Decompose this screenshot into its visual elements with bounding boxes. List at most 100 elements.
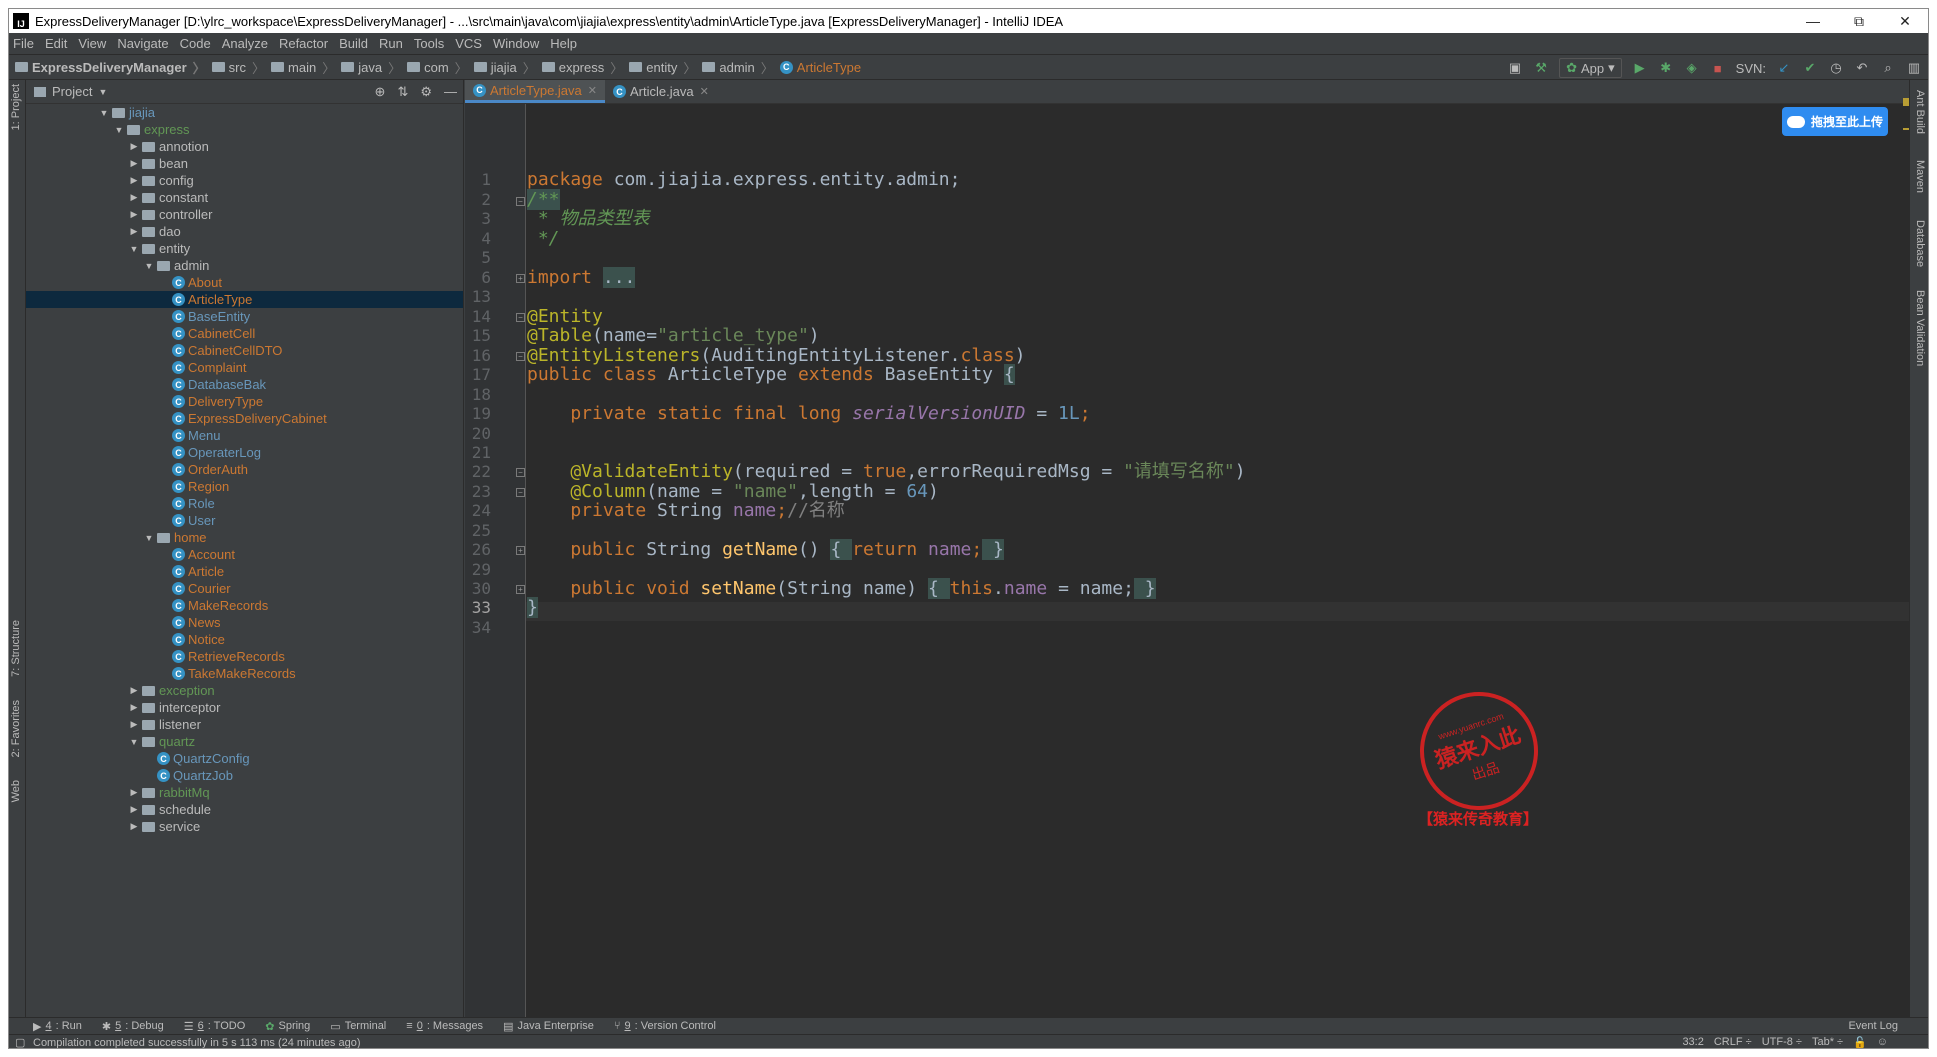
tree-folder[interactable]: ▶ listener [26,716,463,733]
code-line-2[interactable]: /** [527,189,560,210]
tree-folder[interactable]: ▶ dao [26,223,463,240]
tree-class[interactable]: C DeliveryType [26,393,463,410]
tab-article-java[interactable]: C Article.java ✕ [605,80,717,103]
expand-arrow-icon[interactable]: ▼ [128,737,140,747]
line-number[interactable]: 4 [465,229,491,248]
menu-code[interactable]: Code [180,36,211,51]
code-line-1[interactable]: package com.jiajia.express.entity.admin; [527,170,960,189]
history-icon[interactable]: ◷ [1828,60,1844,76]
menu-run[interactable]: Run [379,36,403,51]
code-line-30[interactable]: public void setName(String name) { this.… [527,578,1156,599]
line-number[interactable]: 17 [465,365,491,384]
code-line-17[interactable]: public class ArticleType extends BaseEnt… [527,364,1015,385]
tool-tab-web[interactable]: Web [10,780,22,802]
search-icon[interactable]: ⌕ [1880,60,1896,76]
breadcrumb-java[interactable]: java 〉 [341,58,401,77]
chevron-down-icon[interactable]: ▼ [98,87,107,97]
breadcrumb-com[interactable]: com 〉 [407,58,468,77]
tool-tab-database[interactable]: Database [1914,220,1926,267]
expand-arrow-icon[interactable]: ▼ [143,261,155,271]
split-view-icon[interactable]: ▥ [1906,60,1922,76]
menu-view[interactable]: View [78,36,106,51]
tool-window-todo[interactable]: ☰ 6: TODO [184,1020,246,1033]
collapse-arrow-icon[interactable]: ▶ [128,702,140,713]
folded-imports[interactable]: ... [602,267,636,288]
code-line-16[interactable]: @EntityListeners(AuditingEntityListener.… [527,346,1026,365]
tool-window-debug[interactable]: ✱ 5: Debug [102,1020,164,1033]
line-number[interactable]: 2 [465,190,491,209]
menu-navigate[interactable]: Navigate [117,36,168,51]
tool-tab-ant-build[interactable]: Ant Build [1914,90,1926,134]
maximize-button[interactable]: ⧉ [1836,9,1882,33]
menu-file[interactable]: File [13,36,34,51]
line-number[interactable]: 13 [465,287,491,306]
tree-folder[interactable]: ▶ rabbitMq [26,784,463,801]
fold-marker-icon[interactable]: − [516,197,525,206]
tree-folder[interactable]: ▶ interceptor [26,699,463,716]
cloud-upload-button[interactable]: 拖拽至此上传 [1782,107,1888,136]
collapse-arrow-icon[interactable]: ▶ [128,141,140,152]
tree-class[interactable]: C Region [26,478,463,495]
code-line-19[interactable]: private static final long serialVersionU… [527,404,1090,423]
tree-class[interactable]: C MakeRecords [26,597,463,614]
tree-class[interactable]: C OperaterLog [26,444,463,461]
tree-folder[interactable]: ▶ config [26,172,463,189]
tool-window-messages[interactable]: ≡ 0: Messages [406,1020,483,1032]
tree-class[interactable]: C DatabaseBak [26,376,463,393]
file-encoding[interactable]: UTF-8 ÷ [1762,1036,1802,1048]
tree-folder[interactable]: ▼ express [26,121,463,138]
tree-class[interactable]: C Menu [26,427,463,444]
collapse-arrow-icon[interactable]: ▶ [128,192,140,203]
tree-folder[interactable]: ▶ controller [26,206,463,223]
tool-tab-structure[interactable]: 7: Structure [10,620,22,677]
code-line-4[interactable]: */ [527,229,560,248]
tree-class[interactable]: C BaseEntity [26,308,463,325]
line-number[interactable]: 22 [465,462,491,481]
close-tab-icon[interactable]: ✕ [588,84,597,97]
line-number[interactable]: 16 [465,346,491,365]
menu-vcs[interactable]: VCS [455,36,482,51]
tree-folder[interactable]: ▶ bean [26,155,463,172]
code-line-22[interactable]: @ValidateEntity(required = true,errorReq… [527,462,1245,481]
collapse-arrow-icon[interactable]: ▶ [128,685,140,696]
project-structure-icon[interactable]: ▣ [1507,60,1523,76]
tree-class[interactable]: C CabinetCell [26,325,463,342]
menu-build[interactable]: Build [339,36,368,51]
run-configuration-dropdown[interactable]: ✿ App ▾ [1559,58,1622,78]
breadcrumb-jiajia[interactable]: jiajia 〉 [473,58,536,77]
tree-class[interactable]: C Complaint [26,359,463,376]
minimize-button[interactable]: — [1790,9,1836,33]
tree-class[interactable]: C TakeMakeRecords [26,665,463,682]
event-log-button[interactable]: Event Log [1848,1020,1898,1032]
line-number[interactable]: 34 [465,618,491,637]
tool-window-version-control[interactable]: ⑂ 9: Version Control [614,1020,716,1032]
code-line-33[interactable]: } [527,597,538,618]
tree-class[interactable]: C User [26,512,463,529]
expand-arrow-icon[interactable]: ▼ [128,244,140,254]
svn-update-icon[interactable]: ↙ [1776,60,1792,76]
tree-class[interactable]: C Role [26,495,463,512]
status-window-icon[interactable]: ▢ [15,1036,25,1048]
line-separator[interactable]: CRLF ÷ [1714,1036,1752,1048]
breadcrumb-express[interactable]: express 〉 [541,58,623,77]
inspector-icon[interactable]: ☺ [1877,1036,1888,1048]
collapse-arrow-icon[interactable]: ▶ [128,226,140,237]
tree-class[interactable]: C Article [26,563,463,580]
line-number[interactable]: 5 [465,248,491,267]
line-number[interactable]: 19 [465,404,491,423]
tool-window-terminal[interactable]: ▭ Terminal [330,1020,386,1033]
line-number[interactable]: 29 [465,560,491,579]
svn-commit-icon[interactable]: ✔ [1802,60,1818,76]
tree-class[interactable]: C OrderAuth [26,461,463,478]
debug-icon[interactable]: ✱ [1658,60,1674,76]
tool-tab-bean-validation[interactable]: Bean Validation [1914,290,1926,366]
tab-articletype-java[interactable]: C ArticleType.java ✕ [465,80,605,103]
status-message[interactable]: Compilation completed successfully in 5 … [33,1037,361,1049]
fold-marker-icon[interactable]: − [516,352,525,361]
line-number[interactable]: 15 [465,326,491,345]
tree-folder[interactable]: ▼ entity [26,240,463,257]
tree-folder[interactable]: ▶ constant [26,189,463,206]
close-button[interactable]: ✕ [1882,9,1928,33]
tree-folder[interactable]: ▼ admin [26,257,463,274]
fold-marker-icon[interactable]: + [516,585,525,594]
